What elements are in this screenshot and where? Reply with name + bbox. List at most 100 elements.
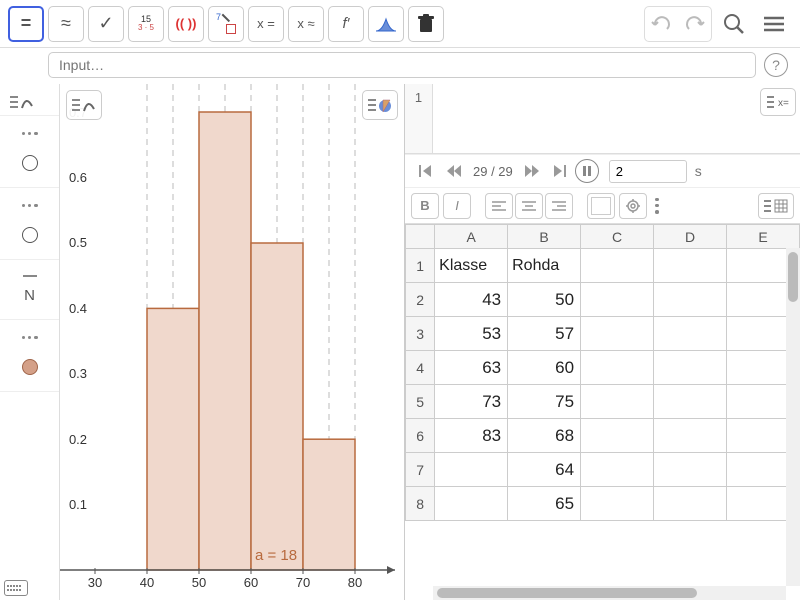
nav-last-button[interactable] <box>547 158 573 184</box>
visibility-toggle[interactable] <box>22 359 38 375</box>
nav-next-button[interactable] <box>519 158 545 184</box>
align-right-button[interactable] <box>545 193 573 219</box>
cell[interactable] <box>654 283 727 317</box>
tool-solve[interactable]: x = <box>248 6 284 42</box>
cell[interactable]: 75 <box>508 385 581 419</box>
cell[interactable]: 68 <box>508 419 581 453</box>
nav-pause-button[interactable] <box>575 159 599 183</box>
nav-first-button[interactable] <box>413 158 439 184</box>
row-header[interactable]: 2 <box>406 283 435 317</box>
cell[interactable]: Klasse <box>435 249 508 283</box>
align-center-button[interactable] <box>515 193 543 219</box>
algebra-item-2[interactable] <box>0 188 59 260</box>
graphics-options-button[interactable] <box>362 90 398 120</box>
tool-numeric[interactable]: ≈ <box>48 6 84 42</box>
cell[interactable] <box>581 419 654 453</box>
cell[interactable] <box>581 351 654 385</box>
cell[interactable] <box>654 453 727 487</box>
menu-button[interactable] <box>756 6 792 42</box>
cell[interactable]: 50 <box>508 283 581 317</box>
keyboard-button[interactable] <box>4 580 28 596</box>
cell[interactable]: 60 <box>508 351 581 385</box>
row-header[interactable]: 5 <box>406 385 435 419</box>
cell[interactable] <box>581 453 654 487</box>
tool-nsolve[interactable]: x ≈ <box>288 6 324 42</box>
column-header[interactable]: D <box>654 225 727 249</box>
bold-button[interactable]: B <box>411 193 439 219</box>
search-button[interactable] <box>716 6 752 42</box>
row-header[interactable]: 7 <box>406 453 435 487</box>
cell[interactable]: 53 <box>435 317 508 351</box>
bg-color-button[interactable] <box>587 193 615 219</box>
horizontal-scrollbar[interactable] <box>433 586 786 600</box>
tool-substitute[interactable]: 7 <box>208 6 244 42</box>
align-left-button[interactable] <box>485 193 513 219</box>
visibility-toggle[interactable] <box>22 155 38 171</box>
graphics-view[interactable]: 30 40 50 60 70 80 0.1 0.2 0.3 0.4 0.5 0.… <box>60 84 405 600</box>
cell[interactable] <box>654 351 727 385</box>
cell[interactable] <box>654 419 727 453</box>
row-header[interactable]: 1 <box>406 249 435 283</box>
sheet-style-button[interactable] <box>758 193 794 219</box>
row-header[interactable]: 8 <box>406 487 435 521</box>
cell[interactable] <box>581 283 654 317</box>
algebra-item-3[interactable]: N <box>0 260 59 320</box>
cell[interactable] <box>654 317 727 351</box>
column-header[interactable]: B <box>508 225 581 249</box>
tool-delete[interactable] <box>408 6 444 42</box>
column-header[interactable]: C <box>581 225 654 249</box>
cell[interactable]: 83 <box>435 419 508 453</box>
settings-button[interactable] <box>619 193 647 219</box>
row-header[interactable]: 3 <box>406 317 435 351</box>
cas-options-button[interactable]: x= <box>760 88 796 116</box>
cas-input[interactable] <box>433 84 756 153</box>
cell[interactable]: 64 <box>508 453 581 487</box>
cell[interactable] <box>654 249 727 283</box>
more-icon[interactable] <box>22 132 38 136</box>
cell[interactable] <box>581 317 654 351</box>
spreadsheet-grid[interactable]: ABCDE 1KlasseRohda2435035357463605737568… <box>405 224 800 600</box>
algebra-item-4[interactable] <box>0 320 59 392</box>
tool-derivative[interactable]: f′ <box>328 6 364 42</box>
redo-button[interactable] <box>679 9 709 39</box>
cell[interactable] <box>435 453 508 487</box>
visibility-toggle[interactable] <box>22 227 38 243</box>
cell[interactable] <box>435 487 508 521</box>
column-header[interactable]: E <box>726 225 799 249</box>
cell[interactable] <box>581 487 654 521</box>
cell[interactable] <box>581 385 654 419</box>
more-icon[interactable] <box>22 204 38 208</box>
nav-prev-button[interactable] <box>441 158 467 184</box>
undo-button[interactable] <box>647 9 677 39</box>
column-header[interactable]: A <box>435 225 508 249</box>
cas-row-1[interactable]: 1 x= <box>405 84 800 154</box>
more-icon[interactable] <box>22 336 38 340</box>
cell[interactable]: 43 <box>435 283 508 317</box>
algebra-header[interactable] <box>0 88 59 116</box>
graphics-style-button[interactable] <box>66 90 102 120</box>
cell[interactable]: 63 <box>435 351 508 385</box>
corner-cell[interactable] <box>406 225 435 249</box>
tool-probability[interactable] <box>368 6 404 42</box>
tool-factor[interactable]: 15 3 · 5 <box>128 6 164 42</box>
cell[interactable] <box>654 385 727 419</box>
tool-expand[interactable]: (( )) <box>168 6 204 42</box>
cell[interactable]: Rohda <box>508 249 581 283</box>
italic-button[interactable]: I <box>443 193 471 219</box>
cell[interactable] <box>581 249 654 283</box>
tool-evaluate[interactable]: = <box>8 6 44 42</box>
cell[interactable]: 57 <box>508 317 581 351</box>
tool-keep-input[interactable]: ✓ <box>88 6 124 42</box>
cell[interactable]: 73 <box>435 385 508 419</box>
vertical-scrollbar[interactable] <box>786 248 800 586</box>
more-options-button[interactable] <box>655 198 659 214</box>
algebra-item-1[interactable] <box>0 116 59 188</box>
nav-speed-input[interactable] <box>609 160 687 183</box>
cell[interactable]: 65 <box>508 487 581 521</box>
command-input[interactable] <box>48 52 756 78</box>
row-header[interactable]: 4 <box>406 351 435 385</box>
cell[interactable] <box>654 487 727 521</box>
help-button[interactable]: ? <box>764 53 788 77</box>
algebra-style-icon <box>8 92 36 112</box>
row-header[interactable]: 6 <box>406 419 435 453</box>
